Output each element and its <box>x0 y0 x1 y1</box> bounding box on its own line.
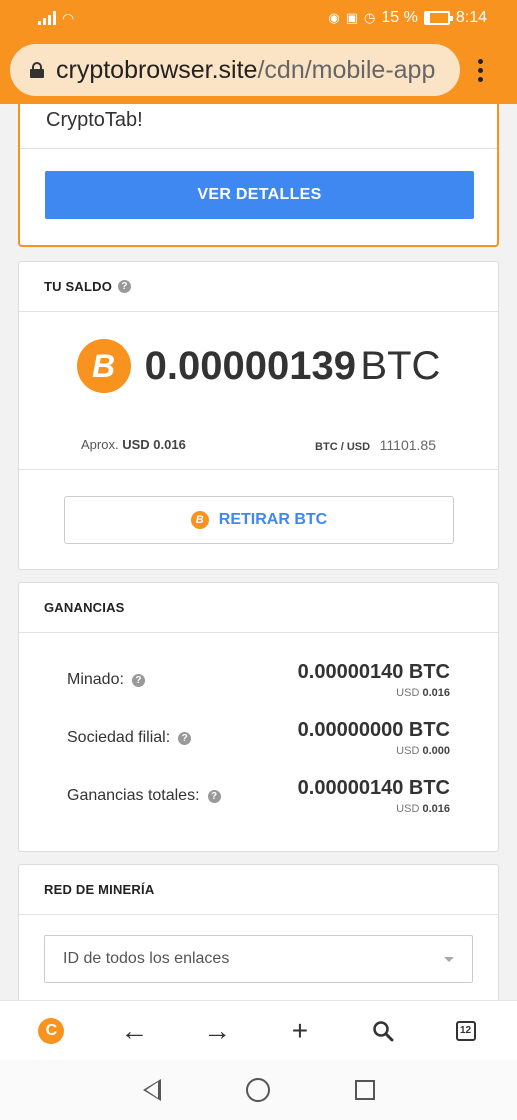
approx-label: Aprox. <box>81 437 119 452</box>
help-icon[interactable]: ? <box>118 280 132 293</box>
earnings-btc: 0.00000140 BTC <box>297 777 450 799</box>
tabs-button[interactable]: 12 <box>446 1011 486 1051</box>
balance-card: TU SALDO ? B 0.00000139 BTC Aprox. USD 0… <box>18 261 499 570</box>
earnings-card: GANANCIAS Minado:? 0.00000140 BTC USD 0.… <box>18 582 499 852</box>
eye-icon: ◉ <box>328 10 340 25</box>
links-select-value: ID de todos los enlaces <box>63 950 230 967</box>
balance-main: B 0.00000139 BTC <box>19 312 498 420</box>
alarm-icon: ◷ <box>364 10 376 25</box>
battery-percent: 15 % <box>381 9 418 26</box>
balance-amount: 0.00000139 <box>144 343 356 388</box>
approx-value: USD 0.016 <box>122 437 186 452</box>
withdraw-btc-button[interactable]: B RETIRAR BTC <box>64 496 454 544</box>
status-bar: ◠ ◉ ▣ ◷ 15 % 8:14 <box>0 0 517 36</box>
help-icon[interactable]: ? <box>178 731 192 745</box>
help-icon[interactable]: ? <box>207 789 221 803</box>
earnings-usd: USD 0.000 <box>396 745 450 757</box>
mining-network-card: RED DE MINERÍA ID de todos los enlaces <box>18 864 499 1000</box>
system-recents-icon[interactable] <box>354 1080 375 1100</box>
earnings-row-total: Ganancias totales:? 0.00000140 BTC USD 0… <box>67 767 450 825</box>
bitcoin-icon: B <box>190 511 209 529</box>
promo-card: CryptoTab! VER DETALLES <box>18 104 499 247</box>
view-details-button[interactable]: VER DETALLES <box>45 171 474 219</box>
page-content: CryptoTab! VER DETALLES TU SALDO ? B 0.0… <box>0 104 517 1000</box>
browser-toolbar: C ← → + 12 <box>0 1000 517 1060</box>
earnings-btc: 0.00000000 BTC <box>297 719 450 741</box>
browser-top-bar: ◠ ◉ ▣ ◷ 15 % 8:14 cryptobrowser.site/cdn… <box>0 0 517 104</box>
network-header: RED DE MINERÍA <box>19 865 498 915</box>
earnings-row-affiliate: Sociedad filial:? 0.00000000 BTC USD 0.0… <box>67 709 450 767</box>
more-menu-icon[interactable] <box>478 58 483 82</box>
nfc-icon: ▣ <box>345 10 359 25</box>
earnings-btc: 0.00000140 BTC <box>297 661 450 683</box>
plus-icon: + <box>291 1014 309 1046</box>
help-icon[interactable]: ? <box>131 673 145 687</box>
balance-unit: BTC <box>360 343 441 388</box>
cryptotab-logo-icon: C <box>38 1017 65 1044</box>
url-path: /cdn/mobile-app <box>257 55 436 84</box>
approx-usd: Aprox. USD 0.016 <box>81 437 186 452</box>
earnings-label: Ganancias totales: <box>67 787 200 804</box>
signal-icon <box>38 11 56 25</box>
balance-header: TU SALDO ? <box>19 262 498 312</box>
url-text: cryptobrowser.site/cdn/mobile-app <box>56 56 435 85</box>
chevron-down-icon <box>444 956 454 962</box>
earnings-row-mined: Minado:? 0.00000140 BTC USD 0.016 <box>67 651 450 709</box>
new-tab-button[interactable]: + <box>280 1011 320 1051</box>
url-host: cryptobrowser.site <box>56 55 258 84</box>
balance-subinfo: Aprox. USD 0.016 BTC / USD 11101.85 <box>19 420 498 470</box>
withdraw-label: RETIRAR BTC <box>218 511 328 528</box>
url-bar[interactable]: cryptobrowser.site/cdn/mobile-app <box>10 44 460 96</box>
earnings-usd: USD 0.016 <box>396 687 450 699</box>
tabs-count-icon: 12 <box>455 1020 476 1041</box>
promo-title: CryptoTab! <box>20 104 497 149</box>
search-button[interactable] <box>363 1011 403 1051</box>
system-back-icon[interactable] <box>142 1079 161 1101</box>
bitcoin-icon: B <box>76 339 131 393</box>
rate-label: BTC / USD <box>315 440 371 453</box>
battery-icon <box>423 11 453 25</box>
wifi-icon: ◠ <box>62 9 75 26</box>
btc-usd-rate: BTC / USD 11101.85 <box>315 437 436 453</box>
lock-icon <box>30 62 44 78</box>
arrow-left-icon: ← <box>120 1014 149 1046</box>
earnings-usd: USD 0.016 <box>396 803 450 815</box>
arrow-right-icon: → <box>203 1014 232 1046</box>
forward-button[interactable]: → <box>197 1011 237 1051</box>
earnings-label: Sociedad filial: <box>67 729 171 746</box>
search-icon <box>372 1020 394 1041</box>
system-nav-bar <box>0 1060 517 1120</box>
rate-value: 11101.85 <box>379 436 436 453</box>
balance-header-label: TU SALDO <box>44 279 113 294</box>
back-button[interactable]: ← <box>114 1011 154 1051</box>
earnings-label: Minado: <box>67 671 124 688</box>
clock: 8:14 <box>455 9 487 26</box>
cryptotab-logo-button[interactable]: C <box>31 1011 71 1051</box>
system-home-icon[interactable] <box>245 1078 270 1102</box>
links-select[interactable]: ID de todos los enlaces <box>44 935 473 983</box>
earnings-header: GANANCIAS <box>19 583 498 633</box>
